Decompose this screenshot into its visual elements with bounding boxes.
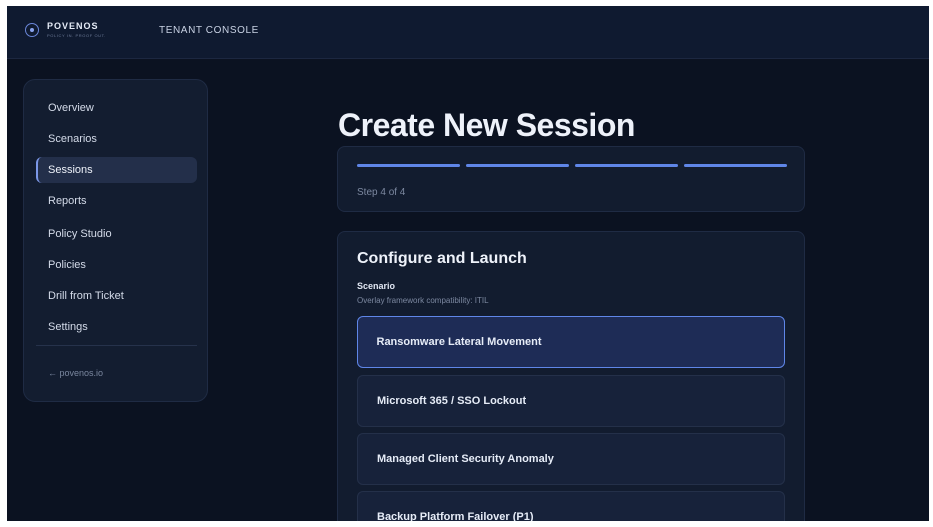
brand-tagline: POLICY IN. PROOF OUT. [47,33,106,38]
screenshot-border-right [929,0,933,527]
progress-step-2 [466,164,569,167]
configure-launch-card: Configure and Launch Scenario Overlay fr… [337,231,805,521]
sidebar-item-scenarios[interactable]: Scenarios [36,126,197,152]
section-title: Configure and Launch [357,250,527,267]
brand-name[interactable]: POVENOS [47,21,99,31]
screenshot-border-bottom [0,521,933,527]
page-title: Create New Session [338,107,635,143]
scenario-option-ransomware[interactable]: Ransomware Lateral Movement [357,316,785,368]
step-progress-card: Step 4 of 4 [337,146,805,212]
sidebar: Overview Scenarios Sessions Reports Poli… [23,79,208,402]
external-site-link[interactable]: ← povenos.io [48,368,103,378]
screenshot-border-left [0,0,7,527]
scenario-label: Scenario [357,281,396,291]
sidebar-item-sessions[interactable]: Sessions [36,157,197,183]
sidebar-divider [36,345,197,346]
circle-target-icon[interactable] [25,23,39,37]
sidebar-item-overview[interactable]: Overview [36,95,197,121]
progress-step-1 [357,164,460,167]
scenario-option-m365-sso[interactable]: Microsoft 365 / SSO Lockout [357,375,785,427]
sidebar-item-policy-studio[interactable]: Policy Studio [36,221,197,247]
console-title: TENANT CONSOLE [159,25,259,36]
progress-step-4 [684,164,787,167]
top-bar: POVENOS POLICY IN. PROOF OUT. TENANT CON… [7,6,929,59]
progress-step-3 [575,164,678,167]
scenario-option-backup-failover[interactable]: Backup Platform Failover (P1) [357,491,785,521]
scenario-help-text: Overlay framework compatibility: ITIL [357,296,489,305]
scenario-option-client-security[interactable]: Managed Client Security Anomaly [357,433,785,485]
sidebar-item-reports[interactable]: Reports [36,188,197,214]
sidebar-item-drill-from-ticket[interactable]: Drill from Ticket [36,283,197,309]
step-indicator: Step 4 of 4 [357,187,406,198]
app-window: POVENOS POLICY IN. PROOF OUT. TENANT CON… [7,6,929,521]
sidebar-item-policies[interactable]: Policies [36,252,197,278]
sidebar-item-settings[interactable]: Settings [36,314,197,340]
